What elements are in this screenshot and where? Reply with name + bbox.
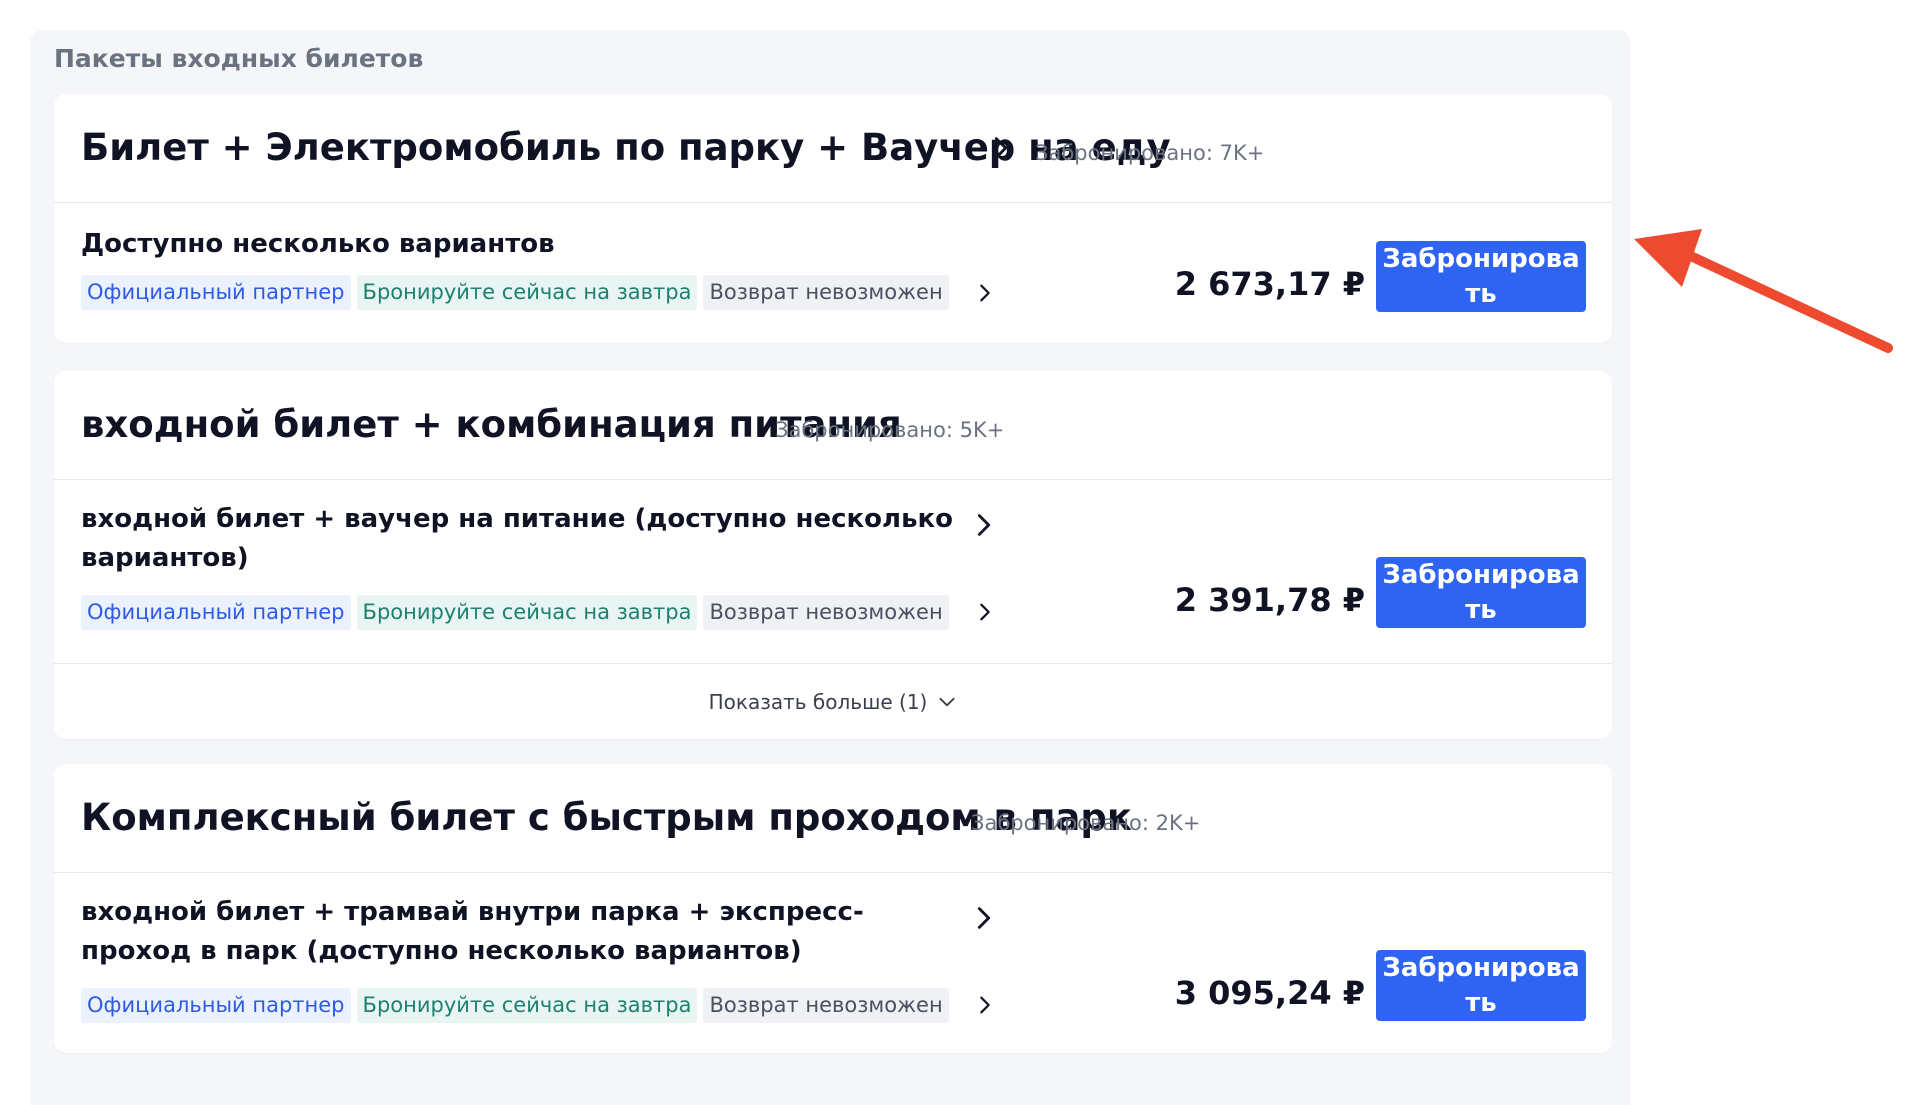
- chevron-right-icon[interactable]: [970, 511, 998, 539]
- no-refund-tag: Возврат невозможен: [703, 988, 949, 1023]
- booked-count: Забронировано: 5K+: [775, 418, 1005, 442]
- package-card-header[interactable]: Билет + Электромобиль по парку + Ваучер …: [54, 94, 1612, 203]
- option-title[interactable]: Доступно несколько вариантов: [81, 225, 961, 264]
- book-button[interactable]: Забронировать: [1376, 557, 1586, 628]
- option-tags: Официальный партнер Бронируйте сейчас на…: [81, 988, 949, 1023]
- show-more-label: Показать больше (1): [708, 689, 928, 714]
- option-tags: Официальный партнер Бронируйте сейчас на…: [81, 595, 949, 630]
- package-card: Билет + Электромобиль по парку + Ваучер …: [54, 94, 1612, 343]
- booked-count: Забронировано: 2K+: [971, 811, 1201, 835]
- book-tomorrow-tag: Бронируйте сейчас на завтра: [356, 275, 698, 310]
- chevron-right-icon[interactable]: [987, 134, 1015, 162]
- official-partner-tag: Официальный партнер: [81, 275, 351, 310]
- show-more-button[interactable]: Показать больше (1): [54, 663, 1612, 739]
- official-partner-tag: Официальный партнер: [81, 595, 351, 630]
- chevron-right-icon[interactable]: [970, 904, 998, 932]
- package-option[interactable]: входной билет + трамвай внутри парка + э…: [54, 873, 1612, 1053]
- no-refund-tag: Возврат невозможен: [703, 595, 949, 630]
- book-tomorrow-tag: Бронируйте сейчас на завтра: [356, 988, 698, 1023]
- option-price: 2 673,17 ₽: [1174, 265, 1365, 303]
- package-card: Комплексный билет с быстрым проходом в п…: [54, 764, 1612, 1053]
- package-option[interactable]: входной билет + ваучер на питание (досту…: [54, 480, 1612, 663]
- chevron-down-icon: [939, 697, 955, 706]
- booked-count: Забронировано: 7K+: [1035, 141, 1265, 165]
- package-option[interactable]: Доступно несколько вариантов Официальный…: [54, 203, 1612, 343]
- option-price: 2 391,78 ₽: [1174, 581, 1365, 619]
- section-title: Пакеты входных билетов: [54, 44, 424, 73]
- official-partner-tag: Официальный партнер: [81, 988, 351, 1023]
- package-card: входной билет + комбинация питания Забро…: [54, 371, 1612, 739]
- chevron-right-icon[interactable]: [974, 282, 996, 304]
- chevron-right-icon[interactable]: [974, 601, 996, 623]
- package-card-header[interactable]: входной билет + комбинация питания Забро…: [54, 371, 1612, 480]
- option-title[interactable]: входной билет + ваучер на питание (досту…: [81, 500, 961, 578]
- book-button[interactable]: Забронировать: [1376, 241, 1586, 312]
- ticket-packages-panel: Пакеты входных билетов Билет + Электромо…: [30, 30, 1630, 1105]
- option-price: 3 095,24 ₽: [1174, 974, 1365, 1012]
- no-refund-tag: Возврат невозможен: [703, 275, 949, 310]
- package-card-header[interactable]: Комплексный билет с быстрым проходом в п…: [54, 764, 1612, 873]
- option-tags: Официальный партнер Бронируйте сейчас на…: [81, 275, 949, 310]
- book-tomorrow-tag: Бронируйте сейчас на завтра: [356, 595, 698, 630]
- option-title[interactable]: входной билет + трамвай внутри парка + э…: [81, 893, 961, 971]
- book-button[interactable]: Забронировать: [1376, 950, 1586, 1021]
- chevron-right-icon[interactable]: [974, 994, 996, 1016]
- red-arrow-icon: [1634, 229, 1893, 353]
